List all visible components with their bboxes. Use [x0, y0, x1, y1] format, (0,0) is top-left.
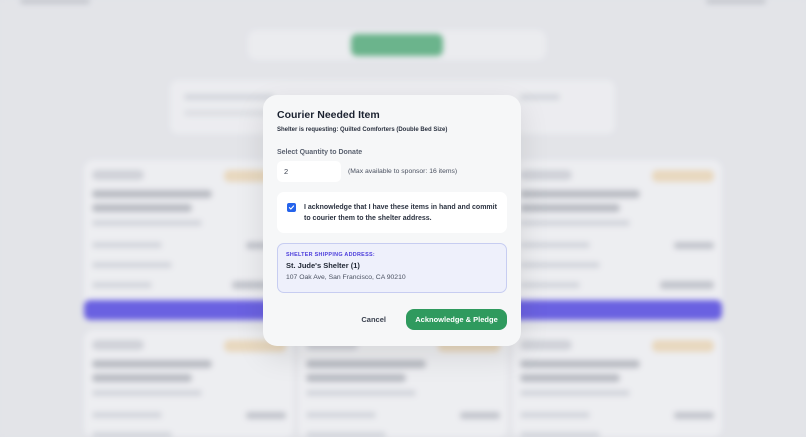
checkmark-icon: [288, 205, 295, 210]
acknowledge-pledge-button[interactable]: Acknowledge & Pledge: [406, 309, 507, 330]
modal-actions: Cancel Acknowledge & Pledge: [277, 309, 507, 330]
cancel-button[interactable]: Cancel: [355, 311, 392, 328]
address-label: SHELTER SHIPPING ADDRESS:: [286, 252, 375, 258]
shelter-address-box: SHELTER SHIPPING ADDRESS: St. Jude's She…: [277, 243, 507, 293]
quantity-input[interactable]: [277, 161, 341, 182]
quantity-label: Select Quantity to Donate: [277, 149, 363, 156]
address-street: 107 Oak Ave, San Francisco, CA 90210: [286, 274, 406, 281]
acknowledge-checkbox[interactable]: [287, 203, 296, 212]
modal-title: Courier Needed Item: [277, 109, 380, 121]
quantity-hint: (Max available to sponsor: 16 items): [348, 168, 458, 175]
quantity-row: (Max available to sponsor: 16 items): [277, 161, 507, 182]
address-shelter-name: St. Jude's Shelter (1): [286, 261, 360, 270]
acknowledge-text: I acknowledge that I have these items in…: [304, 204, 497, 222]
courier-modal: Courier Needed Item Shelter is requestin…: [263, 95, 521, 346]
modal-subtitle: Shelter is requesting: Quilted Comforter…: [277, 127, 448, 133]
acknowledge-box[interactable]: I acknowledge that I have these items in…: [277, 192, 507, 233]
